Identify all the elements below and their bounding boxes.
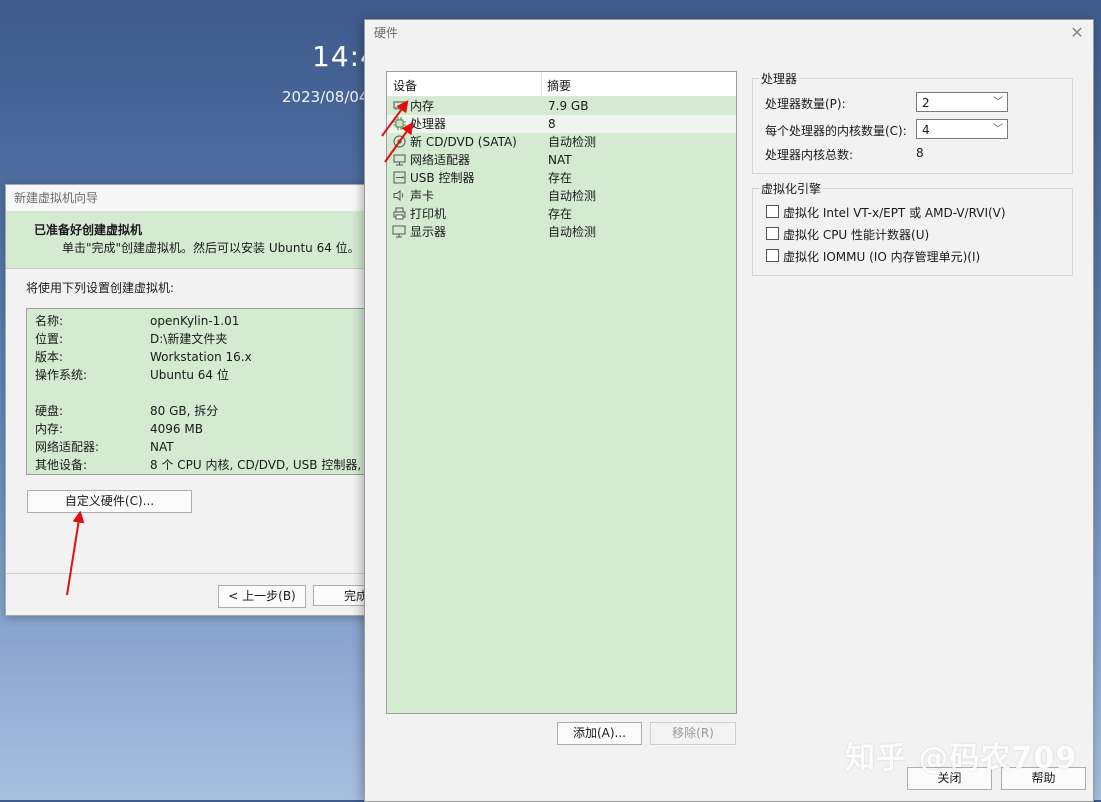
processor-count-select[interactable]: 2 ﹀ bbox=[916, 92, 1008, 112]
device-row-network[interactable]: 网络适配器 NAT bbox=[387, 151, 736, 169]
watermark: 知乎 @码农709 bbox=[845, 741, 1078, 776]
usb-icon bbox=[392, 171, 406, 185]
summary-label: 名称: bbox=[35, 314, 64, 328]
device-name: 声卡 bbox=[410, 189, 435, 203]
device-name: 显示器 bbox=[410, 225, 447, 239]
wizard-divider bbox=[6, 573, 386, 574]
checkbox-icon[interactable] bbox=[766, 205, 779, 218]
processor-group: 处理器 处理器数量(P): 2 ﹀ 每个处理器的内核数量(C): 4 ﹀ 处理器… bbox=[752, 70, 1073, 174]
summary-value: 8 个 CPU 内核, CD/DVD, USB 控制器, 打 bbox=[150, 458, 377, 472]
virtualize-iommu-checkbox[interactable]: 虚拟化 IOMMU (IO 内存管理单元)(I) bbox=[766, 248, 980, 265]
device-name: 网络适配器 bbox=[410, 153, 471, 167]
device-name: 处理器 bbox=[410, 117, 447, 131]
device-row-memory[interactable]: 内存 7.9 GB bbox=[387, 97, 736, 115]
device-row-sound[interactable]: 声卡 自动检测 bbox=[387, 187, 736, 205]
summary-label: 内存: bbox=[35, 422, 64, 436]
device-summary: 存在 bbox=[548, 171, 573, 185]
device-name: 打印机 bbox=[410, 207, 447, 221]
summary-value: 4096 MB bbox=[150, 422, 203, 436]
customize-hardware-button[interactable]: 自定义硬件(C)... bbox=[27, 490, 192, 513]
device-row-usb[interactable]: USB 控制器 存在 bbox=[387, 169, 736, 187]
wizard-header: 已准备好创建虚拟机 单击"完成"创建虚拟机。然后可以安装 Ubuntu 64 位… bbox=[6, 211, 386, 269]
device-row-processor[interactable]: 处理器 8 bbox=[387, 115, 736, 133]
remove-device-button[interactable]: 移除(R) bbox=[650, 722, 736, 745]
desktop-date: 2023/08/04 bbox=[282, 88, 369, 106]
virtualization-group-title: 虚拟化引擎 bbox=[759, 180, 824, 197]
device-name: 内存 bbox=[410, 99, 435, 113]
device-list-header: 设备 摘要 bbox=[387, 72, 736, 97]
device-list[interactable]: 设备 摘要 内存 7.9 GB 处理器 8 新 CD/DVD (SATA) 自动… bbox=[386, 71, 737, 714]
summary-label: 硬盘: bbox=[35, 404, 64, 418]
processor-count-label: 处理器数量(P): bbox=[765, 97, 846, 111]
cd-icon bbox=[392, 135, 406, 149]
wizard-heading: 已准备好创建虚拟机 bbox=[34, 223, 143, 237]
checkbox-label: 虚拟化 CPU 性能计数器(U) bbox=[783, 228, 930, 242]
summary-label: 位置: bbox=[35, 332, 64, 346]
summary-label: 其他设备: bbox=[35, 458, 88, 472]
virtualize-cpu-counters-checkbox[interactable]: 虚拟化 CPU 性能计数器(U) bbox=[766, 226, 929, 243]
device-summary: 自动检测 bbox=[548, 135, 597, 149]
checkbox-icon[interactable] bbox=[766, 227, 779, 240]
vm-settings-summary: 名称: openKylin-1.01 位置: D:\新建文件夹 版本: Worksta… bbox=[26, 308, 386, 475]
summary-value: NAT bbox=[150, 440, 174, 454]
wizard-intro: 将使用下列设置创建虚拟机: bbox=[26, 281, 175, 295]
column-summary[interactable]: 摘要 bbox=[547, 77, 571, 94]
device-summary: NAT bbox=[548, 153, 572, 167]
total-cores-value: 8 bbox=[916, 146, 924, 160]
summary-value: Ubuntu 64 位 bbox=[150, 368, 229, 382]
checkbox-icon[interactable] bbox=[766, 249, 779, 262]
device-summary: 7.9 GB bbox=[548, 99, 589, 113]
device-name: 新 CD/DVD (SATA) bbox=[410, 135, 517, 149]
processor-group-title: 处理器 bbox=[759, 70, 800, 87]
column-separator bbox=[541, 72, 542, 96]
device-summary: 自动检测 bbox=[548, 225, 597, 239]
summary-value: Workstation 16.x bbox=[150, 350, 252, 364]
processor-count-value: 2 bbox=[922, 96, 930, 110]
device-row-cd-dvd[interactable]: 新 CD/DVD (SATA) 自动检测 bbox=[387, 133, 736, 151]
device-summary: 存在 bbox=[548, 207, 573, 221]
hardware-dialog: 硬件 ✕ 设备 摘要 内存 7.9 GB 处理器 8 新 CD/DVD (SAT… bbox=[364, 19, 1094, 802]
hardware-title-bar: 硬件 ✕ bbox=[365, 20, 1093, 46]
cores-per-processor-select[interactable]: 4 ﹀ bbox=[916, 119, 1008, 139]
device-name: USB 控制器 bbox=[410, 171, 475, 185]
checkbox-label: 虚拟化 IOMMU (IO 内存管理单元)(I) bbox=[783, 250, 981, 264]
wizard-subheading: 单击"完成"创建虚拟机。然后可以安装 Ubuntu 64 位。 bbox=[62, 241, 360, 255]
summary-label: 版本: bbox=[35, 350, 64, 364]
summary-label: 操作系统: bbox=[35, 368, 88, 382]
new-vm-wizard-window: 新建虚拟机向导 已准备好创建虚拟机 单击"完成"创建虚拟机。然后可以安装 Ubu… bbox=[5, 184, 387, 616]
add-device-button[interactable]: 添加(A)... bbox=[557, 722, 642, 745]
wizard-title: 新建虚拟机向导 bbox=[6, 185, 386, 211]
chevron-down-icon: ﹀ bbox=[993, 124, 1003, 135]
printer-icon bbox=[392, 207, 406, 221]
cores-per-processor-value: 4 bbox=[922, 123, 930, 137]
close-icon[interactable]: ✕ bbox=[1067, 20, 1087, 46]
summary-value: 80 GB, 拆分 bbox=[150, 404, 219, 418]
network-icon bbox=[392, 153, 406, 167]
device-row-printer[interactable]: 打印机 存在 bbox=[387, 205, 736, 223]
cores-per-processor-label: 每个处理器的内核数量(C): bbox=[765, 124, 907, 138]
device-summary: 自动检测 bbox=[548, 189, 597, 203]
virtualize-vtx-checkbox[interactable]: 虚拟化 Intel VT-x/EPT 或 AMD-V/RVI(V) bbox=[766, 204, 1006, 221]
device-summary: 8 bbox=[548, 117, 556, 131]
summary-label: 网络适配器: bbox=[35, 440, 100, 454]
chevron-down-icon: ﹀ bbox=[993, 97, 1003, 108]
cpu-icon bbox=[392, 117, 406, 131]
speaker-icon bbox=[392, 189, 406, 203]
total-cores-label: 处理器内核总数: bbox=[765, 148, 854, 162]
back-button[interactable]: < 上一步(B) bbox=[218, 585, 306, 608]
checkbox-label: 虚拟化 Intel VT-x/EPT 或 AMD-V/RVI(V) bbox=[783, 206, 1006, 220]
summary-value: D:\新建文件夹 bbox=[150, 332, 228, 346]
summary-value: openKylin-1.01 bbox=[150, 314, 240, 328]
device-row-display[interactable]: 显示器 自动检测 bbox=[387, 223, 736, 241]
memory-icon bbox=[392, 99, 406, 113]
virtualization-group: 虚拟化引擎 虚拟化 Intel VT-x/EPT 或 AMD-V/RVI(V) … bbox=[752, 180, 1073, 276]
monitor-icon bbox=[392, 225, 406, 239]
hardware-title: 硬件 bbox=[374, 26, 399, 40]
column-device[interactable]: 设备 bbox=[393, 77, 417, 94]
